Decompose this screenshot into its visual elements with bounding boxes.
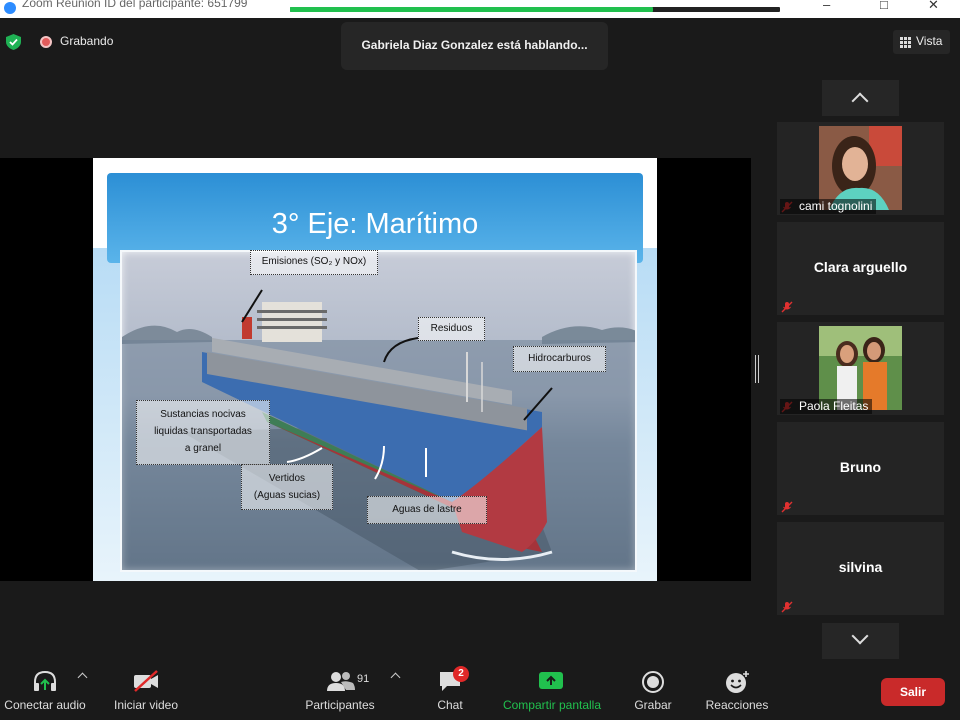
headphones-icon — [34, 670, 56, 691]
slide-title: 3° Eje: Marítimo — [271, 208, 479, 240]
participant-tile-1[interactable]: cami tognolini — [777, 122, 944, 215]
leave-meeting-label: Salir — [899, 685, 926, 699]
video-off-icon — [134, 670, 158, 692]
chat-label: Chat — [437, 698, 463, 712]
meeting-toolbar: Conectar audio Iniciar video 91 Particip… — [0, 662, 960, 720]
view-button[interactable]: Vista — [893, 30, 950, 54]
mic-muted-icon — [781, 601, 793, 613]
callout-sustancias: Sustancias nocivas liquidas transportada… — [136, 400, 270, 465]
resize-handle[interactable] — [755, 355, 760, 383]
participant-tile-4[interactable]: Bruno — [777, 422, 944, 515]
callout-sustancias-line-3: a granel — [184, 443, 222, 454]
gallery-scroll-down-button[interactable] — [822, 623, 899, 659]
participants-button[interactable]: 91 Participantes — [285, 662, 400, 720]
close-button[interactable]: ✕ — [928, 0, 939, 13]
participant-1-video — [819, 126, 902, 210]
smiley-icon — [726, 671, 749, 693]
callout-residuos: Residuos — [418, 317, 485, 341]
callout-vertidos-line-2: (Aguas sucias) — [253, 490, 321, 501]
join-audio-label: Conectar audio — [4, 698, 86, 712]
callout-sustancias-line-2: liquidas transportadas — [154, 426, 252, 437]
participant-tile-2[interactable]: Clara arguello — [777, 222, 944, 315]
participant-5-name: silvina — [838, 559, 883, 575]
audio-level-fill — [290, 7, 653, 12]
participant-3-name: Paola Fleitas — [780, 399, 873, 414]
participant-tile-3[interactable]: Paola Fleitas — [777, 322, 944, 415]
participant-4-name: Bruno — [839, 459, 882, 475]
participants-count: 91 — [357, 673, 370, 685]
start-video-button[interactable]: Iniciar video — [100, 662, 200, 720]
shared-screen: 3° Eje: Marítimo Emisiones (SO₂ y NOx) R… — [0, 158, 751, 581]
window-title: Zoom Reunión ID del participante: 651799 — [22, 0, 248, 10]
minimize-button[interactable]: – — [823, 0, 830, 12]
mic-muted-icon — [781, 301, 793, 313]
callout-hidrocarburos: Hidrocarburos — [513, 346, 606, 372]
callout-aguas-lastre: Aguas de lastre — [367, 496, 487, 524]
security-shield-icon[interactable] — [6, 34, 21, 50]
participant-2-name: Clara arguello — [813, 259, 908, 275]
share-screen-button[interactable]: Compartir pantalla — [497, 662, 607, 720]
chevron-up-icon — [851, 92, 869, 110]
chevron-down-icon — [851, 627, 869, 645]
mic-muted-icon — [781, 501, 793, 513]
recording-icon — [40, 36, 52, 48]
zoom-app-icon — [4, 2, 16, 14]
audio-level-bar — [290, 7, 780, 12]
leave-meeting-button[interactable]: Salir — [881, 678, 945, 706]
chat-button[interactable]: 2 Chat — [400, 662, 500, 720]
participant-3-video — [819, 326, 902, 410]
share-screen-icon — [539, 672, 563, 689]
callout-emisiones: Emisiones (SO₂ y NOx) — [250, 250, 378, 275]
view-label: Vista — [916, 34, 943, 48]
callout-sustancias-line-1: Sustancias nocivas — [160, 409, 246, 420]
join-audio-button[interactable]: Conectar audio — [0, 662, 100, 720]
presentation-slide: 3° Eje: Marítimo Emisiones (SO₂ y NOx) R… — [93, 158, 657, 581]
recording-label: Grabando — [60, 34, 114, 48]
participant-tile-5[interactable]: silvina — [777, 522, 944, 615]
reactions-button[interactable]: Reacciones — [690, 662, 785, 720]
gallery-scroll-up-button[interactable] — [822, 80, 899, 116]
share-screen-label: Compartir pantalla — [502, 698, 602, 712]
active-speaker-text: Gabriela Diaz Gonzalez está hablando... — [361, 38, 588, 52]
zoom-meeting-window: Zoom Reunión ID del participante: 651799… — [0, 0, 960, 720]
start-video-label: Iniciar video — [113, 698, 179, 712]
reactions-label: Reacciones — [705, 698, 769, 712]
participants-label: Participantes — [305, 698, 375, 712]
participant-1-name: cami tognolini — [780, 199, 877, 214]
maximize-button[interactable]: □ — [880, 0, 888, 12]
grid-view-icon — [900, 37, 911, 48]
record-icon — [642, 671, 664, 693]
window-title-bar: Zoom Reunión ID del participante: 651799… — [0, 0, 960, 18]
callout-vertidos: Vertidos (Aguas sucias) — [241, 464, 333, 510]
participants-icon — [327, 672, 355, 691]
chat-unread-badge: 2 — [453, 666, 469, 682]
active-speaker-banner: Gabriela Diaz Gonzalez está hablando... — [341, 22, 608, 70]
callout-vertidos-line-1: Vertidos — [268, 473, 306, 484]
